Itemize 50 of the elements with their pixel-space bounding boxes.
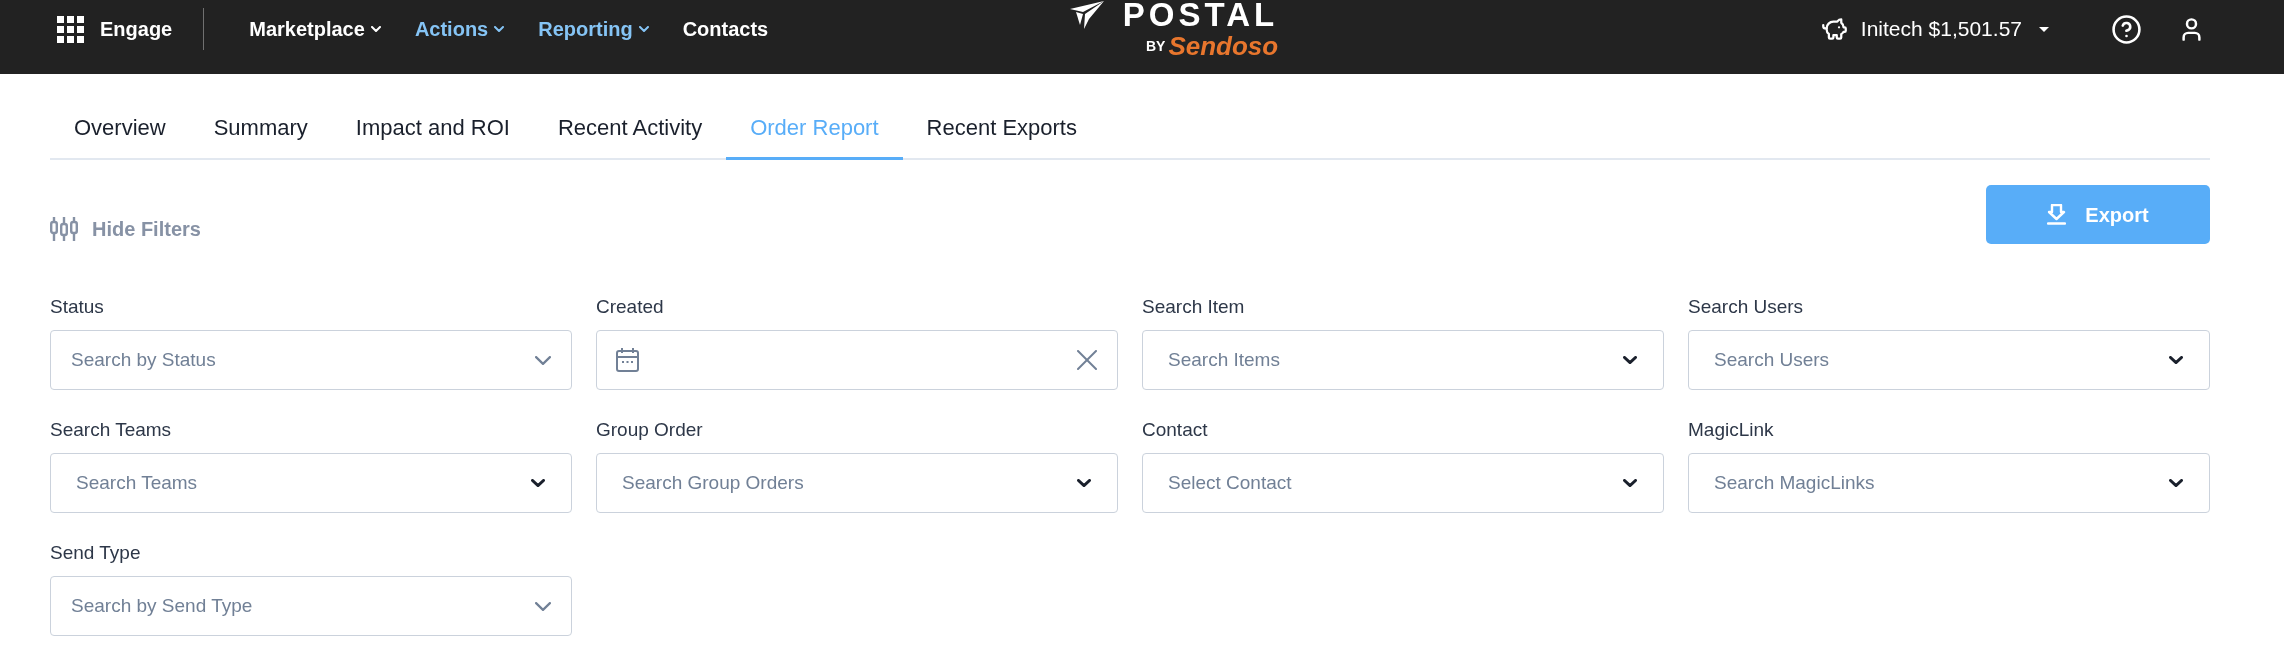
- field-label: Search Item: [1142, 295, 1245, 319]
- calendar-icon: [616, 348, 639, 372]
- chevron-down-icon: [1077, 479, 1091, 487]
- field-label: Contact: [1142, 418, 1208, 442]
- paper-plane-icon: [1069, 1, 1104, 29]
- tab[interactable]: Impact and ROI: [331, 96, 534, 160]
- tab[interactable]: Recent Exports: [902, 96, 1101, 160]
- tab[interactable]: Overview: [50, 96, 190, 160]
- combobox-field[interactable]: Select Contact: [1142, 453, 1664, 513]
- chevron-down-icon: [1623, 479, 1637, 487]
- field-label: Send Type: [50, 541, 141, 565]
- sliders-icon: [50, 216, 78, 242]
- chevron-down-icon: [535, 601, 551, 611]
- chevron-down-icon: [535, 355, 551, 365]
- combobox-field[interactable]: Search Teams: [50, 453, 572, 513]
- field-label: Search Users: [1688, 295, 1804, 319]
- select-field[interactable]: Search by Send Type: [50, 576, 572, 636]
- clear-icon[interactable]: [1077, 350, 1097, 370]
- nav-link[interactable]: Contacts: [682, 15, 769, 43]
- help-button[interactable]: [2111, 13, 2142, 45]
- chevron-down-icon: [2169, 356, 2183, 364]
- date-field[interactable]: [596, 330, 1118, 390]
- combobox-field[interactable]: Search MagicLinks: [1688, 453, 2210, 513]
- field-label: MagicLink: [1688, 418, 1774, 442]
- chevron-down-icon: [531, 479, 545, 487]
- chevron-down-icon: [1623, 356, 1637, 364]
- piggy-bank-icon: [1820, 15, 1848, 43]
- combobox-field[interactable]: Search Items: [1142, 330, 1664, 390]
- nav-link[interactable]: Reporting: [538, 15, 649, 43]
- select-field[interactable]: Search by Status: [50, 330, 572, 390]
- chevron-down-icon: [2169, 479, 2183, 487]
- account-menu[interactable]: Initech $1,501.57: [1820, 13, 2049, 45]
- tab[interactable]: Recent Activity: [533, 96, 727, 160]
- grid-icon: [57, 15, 84, 43]
- field-label: Status: [50, 295, 104, 319]
- combobox-field[interactable]: Search Users: [1688, 330, 2210, 390]
- help-icon: [2111, 13, 2142, 45]
- download-icon: [2047, 204, 2067, 225]
- tab[interactable]: Summary: [189, 96, 332, 160]
- field-label: Search Teams: [50, 418, 172, 442]
- nav-link[interactable]: Actions: [414, 15, 505, 43]
- caret-down-icon: [2039, 26, 2049, 32]
- combobox-field[interactable]: Search Group Orders: [596, 453, 1118, 513]
- logo-byline: BY: [1145, 39, 1166, 53]
- nav-link[interactable]: Marketplace: [249, 15, 381, 43]
- field-label: Created: [596, 295, 664, 319]
- apps-button[interactable]: Engage: [57, 14, 173, 44]
- brand-name: Sendoso: [1168, 32, 1279, 60]
- logo-wordmark: POSTAL: [1122, 1, 1279, 29]
- field-label: Group Order: [596, 418, 703, 442]
